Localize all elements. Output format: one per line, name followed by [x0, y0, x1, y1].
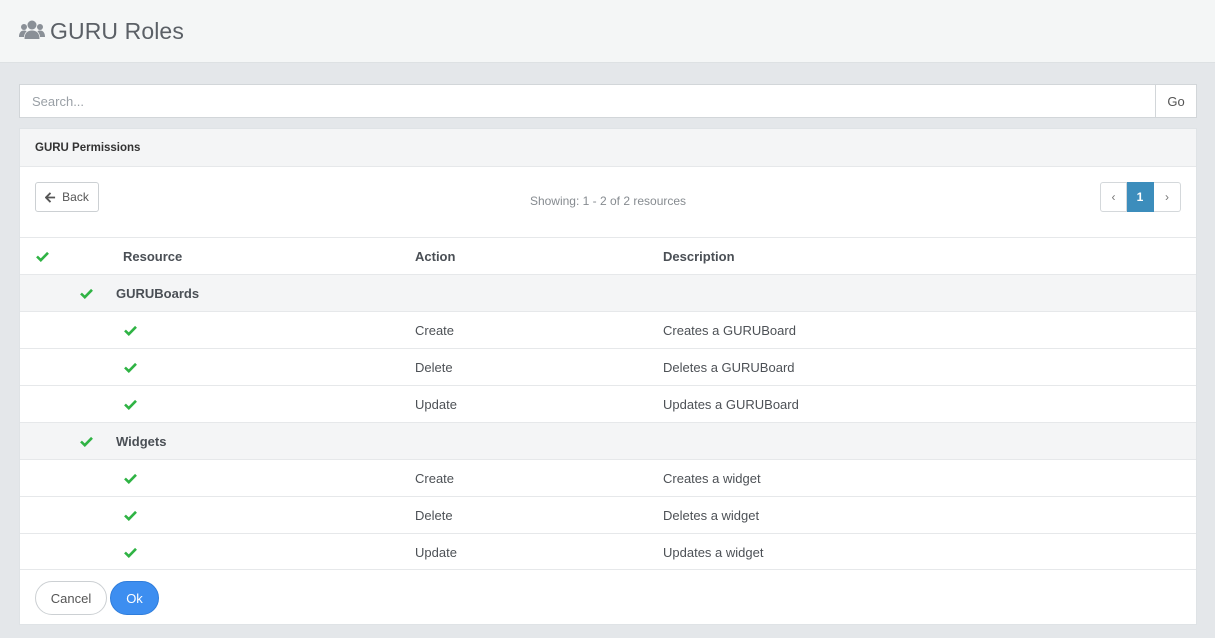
action-cell: Update	[415, 545, 457, 560]
table-row: Update Updates a widget	[20, 533, 1196, 570]
resource-name: GURUBoards	[116, 286, 200, 301]
go-button[interactable]: Go	[1155, 84, 1197, 118]
footer-actions: Cancel Ok	[35, 581, 159, 615]
table-row: Update Updates a GURUBoard	[20, 385, 1196, 422]
ok-button[interactable]: Ok	[110, 581, 159, 615]
page-header: GURU Roles	[0, 0, 1215, 63]
action-cell: Update	[415, 397, 457, 412]
cancel-button[interactable]: Cancel	[35, 581, 107, 615]
pagination: ‹ 1 ›	[1100, 182, 1181, 212]
table-row: Create Creates a GURUBoard	[20, 311, 1196, 348]
table-row: Create Creates a widget	[20, 459, 1196, 496]
permissions-table: Resource Action Description GURUBoards C…	[20, 237, 1196, 570]
table-header-row: Resource Action Description	[20, 237, 1196, 274]
table-row: Delete Deletes a widget	[20, 496, 1196, 533]
action-cell: Delete	[415, 360, 453, 375]
panel-toolbar: Back Showing: 1 - 2 of 2 resources ‹ 1 ›	[20, 167, 1196, 237]
group-check-icon[interactable]	[80, 436, 93, 447]
search-bar: Go	[19, 84, 1197, 118]
description-cell: Creates a GURUBoard	[663, 323, 796, 338]
column-header-resource: Resource	[123, 249, 183, 264]
results-count: Showing: 1 - 2 of 2 resources	[529, 194, 687, 208]
users-icon	[19, 20, 45, 39]
resource-group-row: Widgets	[20, 422, 1196, 459]
select-all-check-icon[interactable]	[36, 251, 49, 262]
row-check-icon[interactable]	[124, 473, 137, 484]
row-check-icon[interactable]	[124, 362, 137, 373]
description-cell: Updates a widget	[663, 545, 764, 560]
description-cell: Creates a widget	[663, 471, 761, 486]
action-cell: Create	[415, 323, 455, 338]
resource-name: Widgets	[116, 434, 167, 449]
table-row: Delete Deletes a GURUBoard	[20, 348, 1196, 385]
row-check-icon[interactable]	[124, 547, 137, 558]
resource-group-row: GURUBoards	[20, 274, 1196, 311]
search-input[interactable]	[19, 84, 1155, 118]
group-check-icon[interactable]	[80, 288, 93, 299]
description-cell: Updates a GURUBoard	[663, 397, 799, 412]
description-cell: Deletes a GURUBoard	[663, 360, 795, 375]
action-cell: Delete	[415, 508, 453, 523]
row-check-icon[interactable]	[124, 510, 137, 521]
permissions-panel: GURU Permissions Back Showing: 1 - 2 of …	[19, 128, 1197, 625]
row-check-icon[interactable]	[124, 399, 137, 410]
action-cell: Create	[415, 471, 455, 486]
page-title: GURU Roles	[50, 17, 184, 44]
column-header-action: Action	[415, 249, 456, 264]
description-cell: Deletes a widget	[663, 508, 760, 523]
next-page-button[interactable]: ›	[1154, 182, 1181, 212]
prev-page-button[interactable]: ‹	[1100, 182, 1127, 212]
column-header-description: Description	[663, 249, 735, 264]
row-check-icon[interactable]	[124, 325, 137, 336]
page-1-button[interactable]: 1	[1127, 182, 1154, 212]
panel-title: GURU Permissions	[20, 129, 1196, 167]
